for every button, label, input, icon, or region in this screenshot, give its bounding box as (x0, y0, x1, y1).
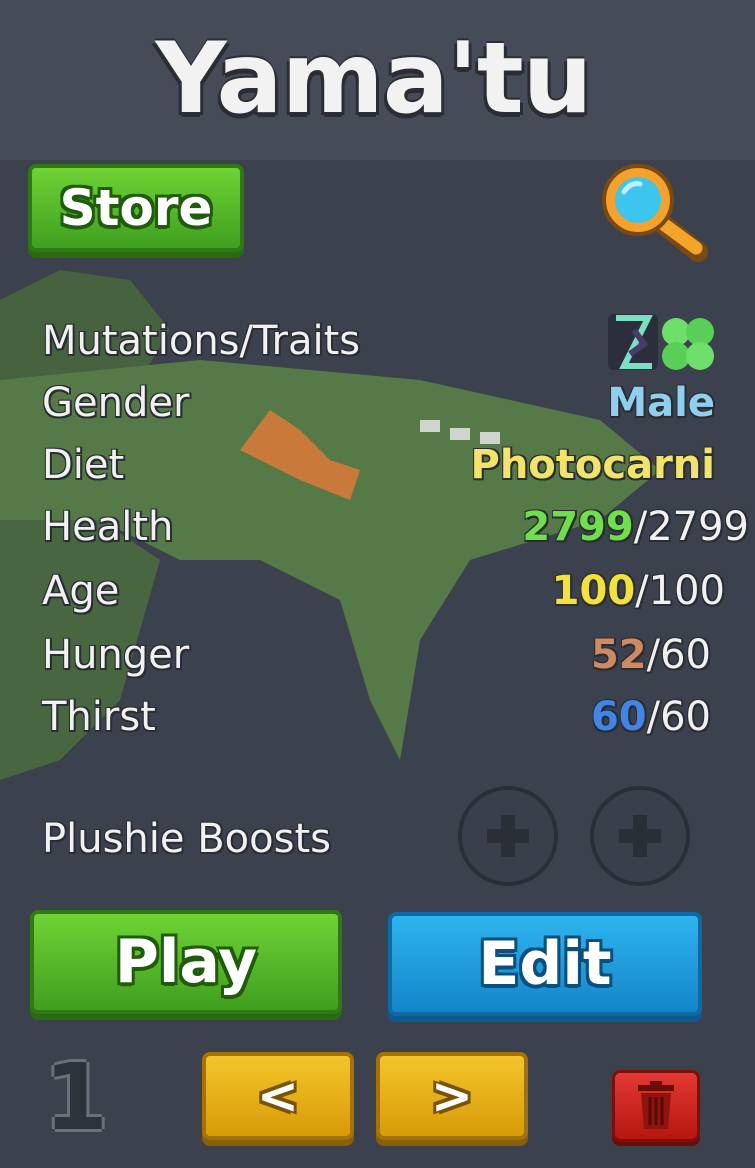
plushie-slot-2[interactable] (590, 786, 690, 886)
mutation-traits-icon[interactable] (604, 310, 718, 374)
plus-icon (619, 815, 661, 857)
dinosaur-card-panel: Yama'tu Store Mutations/Traits Gender Ma… (6, 0, 749, 1162)
plushie-boosts-label: Plushie Boosts (42, 816, 331, 862)
next-button[interactable]: > (376, 1052, 528, 1140)
health-max: /2799 (633, 504, 749, 550)
thirst-max: /60 (646, 694, 711, 740)
thirst-current: 60 (590, 694, 647, 740)
slot-number: 1 (44, 1044, 109, 1151)
hunger-value: 52/60 (591, 632, 711, 678)
magnifier-icon[interactable] (596, 162, 714, 262)
health-value: 2799/2799 (522, 504, 749, 550)
age-max: /100 (635, 568, 725, 614)
diet-label: Diet (42, 442, 125, 488)
hunger-current: 52 (590, 632, 647, 678)
age-current: 100 (551, 568, 636, 614)
health-current: 2799 (522, 504, 634, 550)
previous-button[interactable]: < (202, 1052, 354, 1140)
play-button[interactable]: Play (30, 910, 342, 1014)
health-label: Health (42, 504, 174, 550)
diet-value: Photocarni (470, 442, 716, 488)
edit-button[interactable]: Edit (388, 912, 702, 1016)
hunger-max: /60 (646, 632, 711, 678)
gender-value: Male (607, 380, 715, 426)
mutations-label: Mutations/Traits (42, 318, 361, 364)
delete-button[interactable] (612, 1070, 700, 1142)
thirst-label: Thirst (42, 694, 156, 740)
gender-label: Gender (42, 380, 190, 426)
trash-icon (638, 1081, 674, 1129)
plus-icon (487, 815, 529, 857)
creature-name: Yama'tu (155, 22, 593, 136)
age-value: 100/100 (552, 568, 725, 614)
age-label: Age (42, 568, 120, 614)
store-button[interactable]: Store (28, 164, 244, 252)
plushie-slot-1[interactable] (458, 786, 558, 886)
hunger-label: Hunger (42, 632, 190, 678)
thirst-value: 60/60 (591, 694, 711, 740)
